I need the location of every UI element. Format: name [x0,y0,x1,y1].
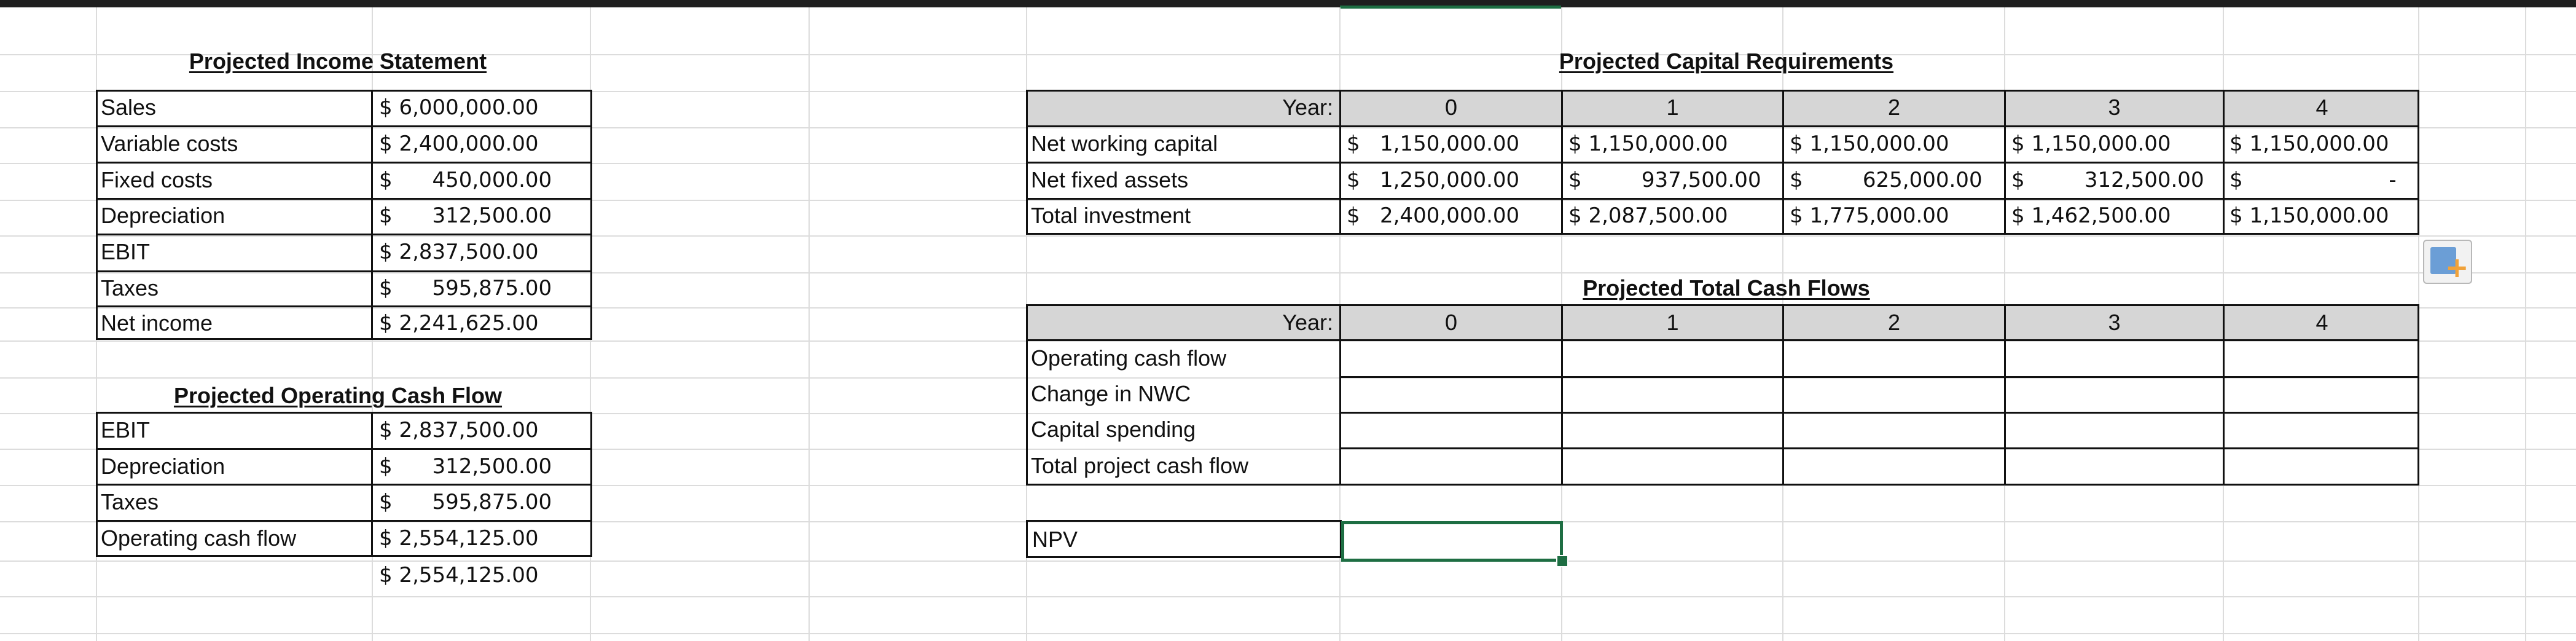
table-border [96,270,592,272]
income-row-value[interactable]: $ 2,837,500.00 [379,242,539,262]
capital-cell[interactable]: $ 2,400,000.00 [1347,205,1519,226]
table-border [96,125,592,127]
year-header: 1 [1666,95,1679,120]
cash-flow-row-label[interactable]: Total project cash flow [1031,455,1248,477]
operating-cash-flow-title: Projected Operating Cash Flow [173,383,503,408]
capital-requirements-title: Projected Capital Requirements [1559,49,1894,74]
income-row-label[interactable]: Depreciation [101,205,225,227]
year-header: 4 [2316,95,2328,120]
year-header: 0 [1444,95,1458,120]
cash-flow-row-label[interactable]: Capital spending [1031,419,1196,441]
total-cash-flows-title: Projected Total Cash Flows [1583,275,1870,301]
ocf-row-value[interactable]: $ 312,500.00 [379,456,552,477]
ocf-row-label[interactable]: Taxes [101,491,159,513]
cash-flow-row-label[interactable]: Change in NWC [1031,383,1191,405]
selected-column-indicator [1340,6,1561,9]
capital-cell[interactable]: $ - [2230,170,2397,191]
capital-cell[interactable]: $ 312,500.00 [2011,170,2204,191]
income-row-value[interactable]: $ 6,000,000.00 [379,97,539,118]
year-header: 1 [1666,310,1679,335]
income-row-value[interactable]: $ 2,400,000.00 [379,133,539,154]
capital-cell[interactable]: $ 1,150,000.00 [1347,133,1519,154]
income-row-value[interactable]: $ 595,875.00 [379,278,552,299]
income-row-label[interactable]: Fixed costs [101,169,213,191]
capital-cell[interactable]: $ 1,775,000.00 [1790,205,1949,226]
capital-cell[interactable]: $ 1,150,000.00 [2011,133,2171,154]
year-header: 3 [2108,95,2121,120]
year-header: 2 [1887,95,1901,120]
table-border [96,520,592,522]
ocf-row-label[interactable]: Operating cash flow [101,527,296,549]
table-border [96,484,592,486]
income-row-value[interactable]: $ 450,000.00 [379,170,552,191]
npv-input-cell[interactable] [1341,521,1563,562]
income-row-label[interactable]: Sales [101,96,156,119]
year-header: 4 [2316,310,2328,335]
table-border [1026,125,2419,127]
ocf-extra-value[interactable]: $ 2,554,125.00 [379,565,539,586]
capital-row-label[interactable]: Total investment [1031,205,1191,227]
table-border [96,234,592,235]
cash-flow-row-label[interactable]: Operating cash flow [1031,347,1226,369]
ocf-row-label[interactable]: Depreciation [101,455,225,478]
table-border [371,90,373,340]
capital-cell[interactable]: $ 1,150,000.00 [2230,205,2389,226]
ocf-row-value[interactable]: $ 595,875.00 [379,492,552,513]
year-header: 0 [1444,310,1458,335]
capital-cell[interactable]: $ 1,150,000.00 [1790,133,1949,154]
capital-cell[interactable]: $ 1,462,500.00 [2011,205,2171,226]
year-label: Year: [1282,310,1333,335]
table-border [1026,198,2419,200]
income-row-label[interactable]: EBIT [101,241,150,263]
toolbar-strip [0,0,2576,7]
capital-row-label[interactable]: Net working capital [1031,133,1218,155]
paste-options-icon[interactable]: + [2423,240,2472,284]
gridline [0,596,2576,597]
income-row-label[interactable]: Net income [101,312,213,334]
year-header: 2 [1887,310,1901,335]
spreadsheet-grid[interactable]: Projected Income Statement Sales $ 6,000… [0,0,2576,641]
capital-cell[interactable]: $ 2,087,500.00 [1568,205,1728,226]
table-border [1026,162,2419,163]
table-border [1026,339,2419,341]
ocf-row-value[interactable]: $ 2,837,500.00 [379,420,539,441]
income-row-label[interactable]: Taxes [101,277,159,299]
ocf-row-label[interactable]: EBIT [101,419,150,441]
income-statement-title: Projected Income Statement [189,49,487,74]
income-row-label[interactable]: Variable costs [101,133,238,155]
income-row-value[interactable]: $ 2,241,625.00 [379,313,539,334]
table-border [96,198,592,200]
year-label: Year: [1282,95,1333,120]
gridline [2525,7,2526,641]
table-border [96,448,592,450]
capital-cell[interactable]: $ 625,000.00 [1790,170,1983,191]
gridline [808,7,810,641]
capital-cell[interactable]: $ 937,500.00 [1568,170,1761,191]
ocf-row-value[interactable]: $ 2,554,125.00 [379,528,539,549]
table-border [96,162,592,163]
capital-cell[interactable]: $ 1,150,000.00 [1568,133,1728,154]
fill-handle[interactable] [1556,555,1568,567]
capital-cell[interactable]: $ 1,250,000.00 [1347,170,1519,191]
gridline [0,560,2576,562]
npv-label: NPV [1032,527,1078,552]
table-border [1339,447,2419,449]
table-border [1339,376,2419,378]
table-border [1339,412,2419,414]
income-row-value[interactable]: $ 312,500.00 [379,205,552,226]
capital-cell[interactable]: $ 1,150,000.00 [2230,133,2389,154]
table-border [96,305,592,307]
capital-row-label[interactable]: Net fixed assets [1031,169,1188,191]
year-header: 3 [2108,310,2121,335]
gridline [0,633,2576,634]
plus-icon: + [2445,251,2469,284]
